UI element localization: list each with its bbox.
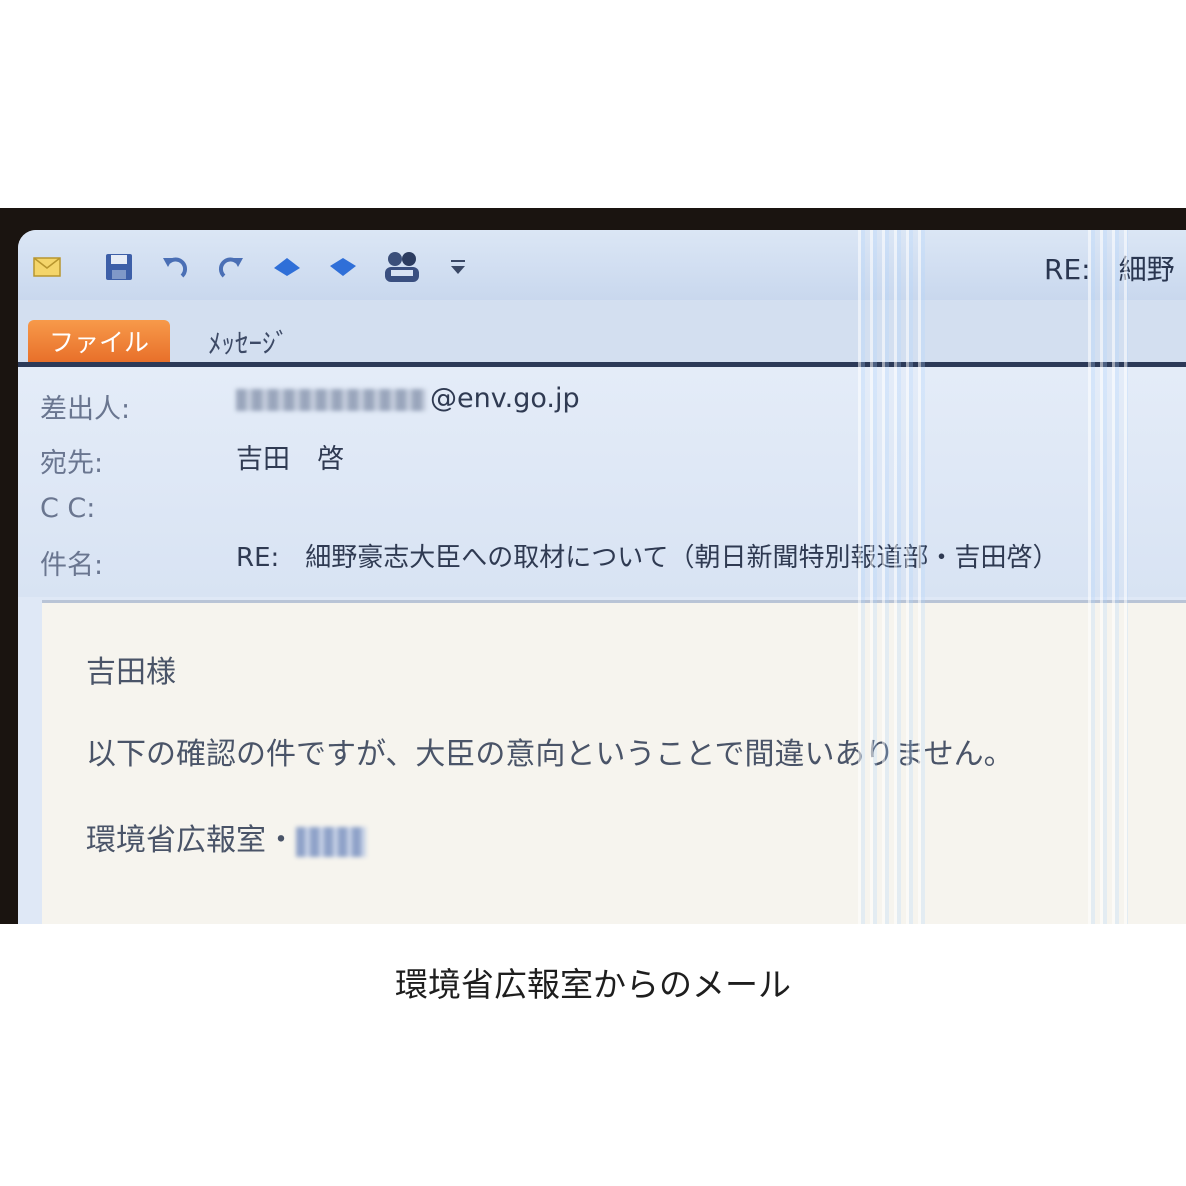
email-window: RE: 細野 ファイル ﾒｯｾｰｼﾞ 差出人: @env.go.jp 宛先: 吉…: [18, 230, 1186, 924]
from-label: 差出人:: [40, 394, 131, 425]
save-icon[interactable]: [102, 252, 136, 282]
redo-icon[interactable]: [214, 252, 248, 282]
photo-caption: 環境省広報室からのメール: [395, 965, 791, 1004]
from-value: @env.go.jp: [236, 383, 580, 414]
ribbon-tabs: ファイル ﾒｯｾｰｼﾞ: [18, 300, 1186, 367]
from-domain: @env.go.jp: [430, 383, 580, 414]
message-body[interactable]: 吉田様 以下の確認の件ですが、大臣の意向ということで間違いありません。 環境省広…: [42, 600, 1186, 924]
body-text: 以下の確認の件ですが、大臣の意向ということで間違いありません。: [86, 737, 1014, 772]
subject-label: 件名:: [40, 550, 104, 581]
quick-access-toolbar: RE: 細野: [18, 230, 1186, 300]
body-signature: 環境省広報室・: [86, 815, 366, 859]
tab-message[interactable]: ﾒｯｾｰｼﾞ: [208, 322, 289, 361]
subject-value: RE: 細野豪志大臣への取材について（朝日新聞特別報道部・吉田啓）: [236, 543, 1059, 573]
body-greeting: 吉田様: [86, 655, 176, 690]
people-icon[interactable]: [380, 252, 424, 282]
to-value: 吉田 啓: [236, 444, 344, 475]
previous-item-icon[interactable]: [270, 252, 304, 282]
window-title: RE: 細野: [1044, 253, 1175, 286]
next-item-icon[interactable]: [326, 252, 360, 282]
customize-dropdown-icon[interactable]: [446, 252, 470, 282]
cc-label: C C:: [40, 493, 96, 524]
signature-text: 環境省広報室・: [86, 823, 296, 858]
message-headers: 差出人: @env.go.jp 宛先: 吉田 啓 C C: 件名: RE: 細野…: [18, 367, 1186, 597]
redacted-sender: [236, 388, 426, 411]
envelope-icon[interactable]: [32, 252, 62, 282]
tab-file[interactable]: ファイル: [28, 320, 170, 362]
monitor-photo: RE: 細野 ファイル ﾒｯｾｰｼﾞ 差出人: @env.go.jp 宛先: 吉…: [0, 208, 1186, 924]
undo-icon[interactable]: [158, 252, 192, 282]
redacted-name: [296, 826, 366, 857]
to-label: 宛先:: [40, 448, 104, 479]
